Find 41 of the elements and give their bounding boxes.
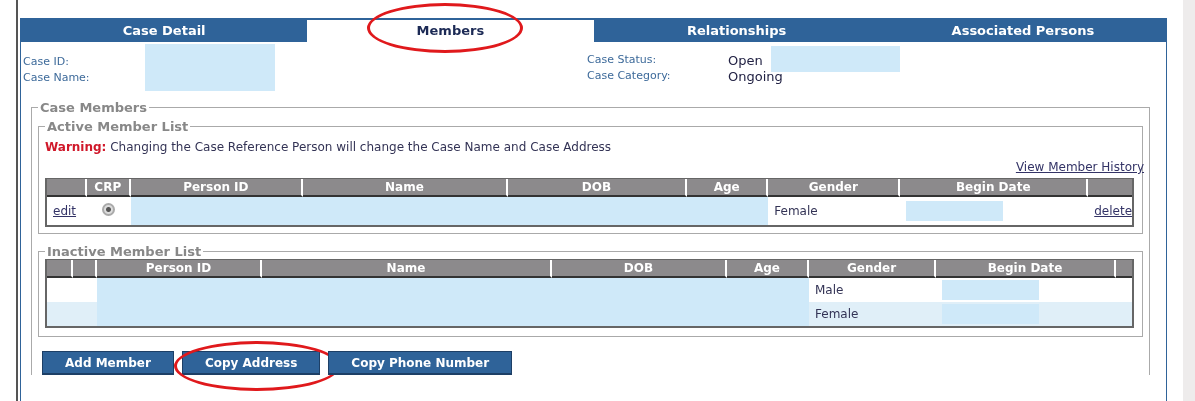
header-cell [73,260,97,278]
field-label: Case Category: [587,68,672,84]
column-header: DOB [507,179,687,197]
table-cell-text: Male [814,283,844,297]
section-legend: Case Members [38,100,149,115]
view-history-link[interactable]: View Member History [1015,160,1145,174]
column-header: Name [262,260,552,278]
header-cell [47,260,73,278]
field-label: Case Name: [23,70,91,86]
column-header: Begin Date [900,179,1089,197]
action-button[interactable]: Copy Phone Number [328,351,513,375]
table-cell-text: Female [814,307,859,321]
column-header: Gender [809,260,936,278]
column-header: Age [687,179,769,197]
table-cell-text: Female [773,204,818,218]
delete-link[interactable]: delete [1094,204,1133,218]
tab[interactable]: Associated Persons [879,20,1167,42]
column-header: Person ID [130,179,304,197]
edit-link[interactable]: edit [53,204,77,218]
field-label: Case ID: [23,54,70,70]
field-value: Ongoing [728,68,783,84]
column-header: Age [727,260,809,278]
field-value: Open [728,52,763,68]
header-cell [1088,179,1133,197]
action-button[interactable]: Add Member [42,351,174,375]
column-header: DOB [552,260,727,278]
column-header: Person ID [97,260,262,278]
warning-message: Warning: Changing the Case Reference Person will change the Case Name and Case Address [45,140,613,154]
radio-button[interactable] [102,203,116,216]
column-header: Gender [768,179,901,197]
section-legend: Inactive Member List [45,244,204,259]
tab[interactable]: Case Detail [21,20,308,42]
column-header: Name [303,179,508,197]
tab[interactable]: Relationships [593,20,880,42]
column-header: Begin Date [936,260,1116,278]
section-legend: Active Member List [45,119,191,134]
action-button[interactable]: Copy Address [181,351,321,375]
field-label: Case Status: [587,52,658,68]
header-cell [47,179,87,197]
column-header: CRP [86,179,131,197]
header-cell [1116,260,1133,278]
